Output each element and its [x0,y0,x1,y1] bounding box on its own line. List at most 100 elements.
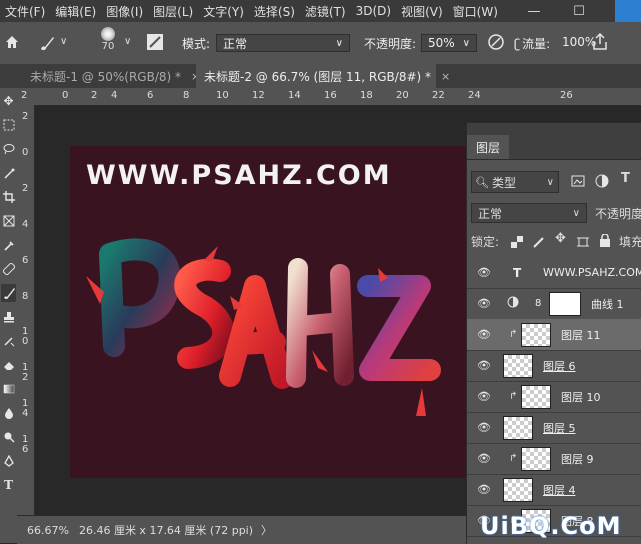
visibility-eye-icon[interactable]: 👁︎ [477,452,491,465]
flow-value[interactable]: 100% [562,35,596,49]
menu-3d[interactable]: 3D(D) [351,4,396,18]
pressure-opacity-icon[interactable] [487,33,505,51]
chevron-down-icon: ∨ [462,37,470,49]
layer-row-curves[interactable]: 👁︎ 8 曲线 1 [467,288,641,320]
lock-all-icon[interactable] [599,232,611,251]
crop-tool-icon[interactable] [1,188,16,206]
menu-file[interactable]: 文件(F) [0,3,50,20]
layer-filter-select[interactable]: 🔍︎ 类型 ∨ [471,171,559,193]
vertical-ruler: 2 0 2 4 6 8 1 0 1 2 1 4 1 6 [17,105,35,515]
brush-preset-picker[interactable]: 70 [96,27,120,57]
ruler-tick: 24 [468,90,481,101]
history-brush-tool-icon[interactable] [1,332,16,350]
visibility-eye-icon[interactable]: 👁︎ [477,359,491,372]
layer-row-4[interactable]: 👁︎ 图层 4 [467,474,641,506]
opacity-input[interactable]: 50% ∨ [421,34,477,52]
brush-tool-icon[interactable] [38,34,56,52]
lock-position-icon[interactable]: ✥ [555,231,566,246]
visibility-eye-icon[interactable]: 👁︎ [477,390,491,403]
layer-thumbnail [503,353,533,378]
minimize-button[interactable]: — [515,0,553,22]
brush-tool-icon[interactable] [1,284,16,302]
dodge-tool-icon[interactable] [1,428,16,446]
layer-thumbnail [521,384,551,409]
tab-layers[interactable]: 图层 [467,135,509,159]
layer-row-11[interactable]: 👁︎ ↱ 图层 11 [467,319,641,351]
home-icon[interactable] [4,34,20,50]
menu-filter[interactable]: 滤镜(T) [300,3,351,20]
layer-row-9[interactable]: 👁︎ ↱ 图层 9 [467,443,641,475]
move-tool-icon[interactable]: ✥ [1,92,16,110]
menu-edit[interactable]: 编辑(E) [50,3,101,20]
menu-view[interactable]: 视图(V) [396,3,448,20]
eraser-tool-icon[interactable] [1,356,16,374]
blend-mode-value: 正常 [478,206,503,221]
gradient-tool-icon[interactable] [1,380,16,398]
healing-brush-tool-icon[interactable] [1,260,16,278]
menu-select[interactable]: 选择(S) [249,3,300,20]
maximize-button[interactable]: ☐ [560,0,598,22]
ruler-tick: 18 [360,90,373,101]
layer-thumbnail [521,322,551,347]
tab-label: 未标题-1 @ 50%(RGB/8) * [30,69,181,84]
flow-label: ʗ 流量: [514,35,550,52]
ruler-tick: 8 [183,90,190,101]
ruler-tick: 12 [252,90,265,101]
ruler-tick: 6 [22,255,29,266]
mode-select[interactable]: 正常 ∨ [216,34,350,52]
visibility-eye-icon[interactable]: 👁︎ [477,421,491,434]
pen-tool-icon[interactable] [1,452,16,470]
filter-type-icon[interactable]: T [621,171,630,186]
ruler-tick: 1 4 [22,398,29,419]
type-tool-icon[interactable]: T [1,476,16,494]
lock-artboard-icon[interactable] [577,233,589,252]
visibility-eye-icon[interactable]: 👁︎ [477,328,491,341]
layer-mask-thumbnail[interactable] [549,291,581,316]
menu-window[interactable]: 窗口(W) [448,3,503,20]
layer-thumbnail [521,446,551,471]
blend-mode-select[interactable]: 正常 ∨ [471,203,587,223]
layer-row-5[interactable]: 👁︎ 图层 5 [467,412,641,444]
chevron-down-icon[interactable]: ∨ [124,36,131,47]
flow-label-text: 流量: [522,37,551,51]
ruler-tick: 1 0 [22,326,29,347]
link-icon[interactable]: 8 [535,298,541,309]
status-menu-icon[interactable]: 〉 [261,522,272,538]
blur-tool-icon[interactable] [1,404,16,422]
visibility-eye-icon[interactable]: 👁︎ [477,266,491,279]
lock-transparent-icon[interactable] [511,233,523,252]
layer-row-10[interactable]: 👁︎ ↱ 图层 10 [467,381,641,413]
tab-label: 未标题-2 @ 66.7% (图层 11, RGB/8#) * [204,69,432,84]
layer-row-6[interactable]: 👁︎ 图层 6 [467,350,641,382]
visibility-eye-icon[interactable]: 👁︎ [477,483,491,496]
filter-pixel-icon[interactable] [571,173,585,192]
brush-panel-icon[interactable] [146,33,164,51]
share-icon[interactable] [593,33,607,51]
canvas-website-text: WWW.PSAHZ.COM [86,160,392,191]
quick-select-tool-icon[interactable] [1,164,16,182]
airbrush-icon: ʗ [514,36,521,51]
tab-document-2[interactable]: 未标题-2 @ 66.7% (图层 11, RGB/8#) * × [196,64,450,88]
marquee-tool-icon[interactable] [1,116,16,134]
close-icon[interactable]: × [441,70,450,83]
zoom-level[interactable]: 66.67% [27,524,69,537]
ruler-tick: 2 [21,90,28,101]
tab-document-1[interactable]: 未标题-1 @ 50%(RGB/8) * × [22,64,200,88]
filter-adjustment-icon[interactable] [595,173,609,192]
clone-stamp-tool-icon[interactable] [1,308,16,326]
lock-pixels-icon[interactable] [533,233,545,252]
frame-tool-icon[interactable] [1,212,16,230]
ruler-tick: 26 [560,90,573,101]
visibility-eye-icon[interactable]: 👁︎ [477,297,491,310]
lasso-tool-icon[interactable] [1,140,16,158]
brush-preview-icon [101,27,115,41]
options-bar: ∨ 70 ∨ 模式: 正常 ∨ 不透明度: 50% ∨ ʗ 流量: 100% [0,22,641,65]
menu-type[interactable]: 文字(Y) [198,3,249,20]
lock-label: 锁定: [471,235,500,249]
layer-row-text[interactable]: 👁︎ T WWW.PSAHZ.COM [467,257,641,289]
menu-image[interactable]: 图像(I) [101,3,148,20]
chevron-down-icon[interactable]: ∨ [60,36,67,47]
ruler-tick: 8 [22,291,29,302]
menu-layer[interactable]: 图层(L) [148,3,198,20]
eyedropper-tool-icon[interactable] [1,236,16,254]
